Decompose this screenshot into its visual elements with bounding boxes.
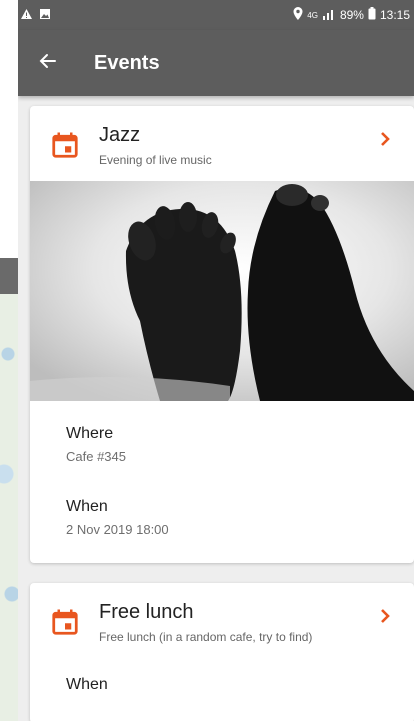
- when-value: 2 Nov 2019 18:00: [66, 522, 169, 537]
- background-map: [0, 294, 18, 721]
- calendar-icon: [50, 122, 80, 165]
- background-toolbar: [0, 258, 18, 294]
- page-title: Events: [94, 51, 160, 74]
- event-title: Jazz: [99, 124, 141, 146]
- when-field: When 2 Nov 2019 18:00: [30, 498, 414, 537]
- where-label: Where: [66, 425, 114, 442]
- event-header-text: Jazz Evening of live music: [99, 122, 212, 167]
- where-field: Where Cafe #345: [30, 425, 414, 464]
- status-bar: 4G 89% 13:15: [18, 0, 414, 30]
- when-label: When: [66, 676, 108, 693]
- calendar-icon: [50, 599, 80, 642]
- event-header[interactable]: Free lunch Free lunch (in a random cafe,…: [30, 583, 414, 658]
- network-type: 4G: [307, 10, 318, 20]
- event-photo: [30, 181, 414, 401]
- image-icon: [39, 8, 51, 23]
- back-button[interactable]: [24, 39, 72, 87]
- event-header-text: Free lunch Free lunch (in a random cafe,…: [99, 599, 312, 644]
- event-card: Free lunch Free lunch (in a random cafe,…: [30, 583, 414, 721]
- when-label: When: [66, 498, 108, 515]
- battery-percent: 89%: [339, 8, 364, 22]
- event-header[interactable]: Jazz Evening of live music: [30, 106, 414, 181]
- events-screen: 4G 89% 13:15 Events Jazz Evening of live…: [18, 0, 414, 721]
- status-right-icons: 4G 89% 13:15: [293, 7, 410, 23]
- signal-icon: [322, 8, 336, 23]
- when-field: When: [30, 676, 414, 694]
- app-toolbar: Events: [18, 30, 414, 96]
- event-card: Jazz Evening of live music Where Cafe #3…: [30, 106, 414, 563]
- location-icon: [293, 7, 303, 23]
- event-subtitle: Free lunch (in a random cafe, try to fin…: [99, 630, 313, 644]
- alert-icon: [20, 8, 33, 23]
- background-screen: [0, 0, 18, 258]
- event-list: Jazz Evening of live music Where Cafe #3…: [18, 96, 414, 721]
- arrow-left-icon: [38, 51, 58, 76]
- event-subtitle: Evening of live music: [99, 153, 212, 167]
- status-left-icons: [18, 8, 51, 23]
- clock: 13:15: [379, 8, 410, 22]
- event-title: Free lunch: [99, 601, 194, 623]
- battery-icon: [368, 7, 376, 23]
- where-value: Cafe #345: [66, 449, 126, 464]
